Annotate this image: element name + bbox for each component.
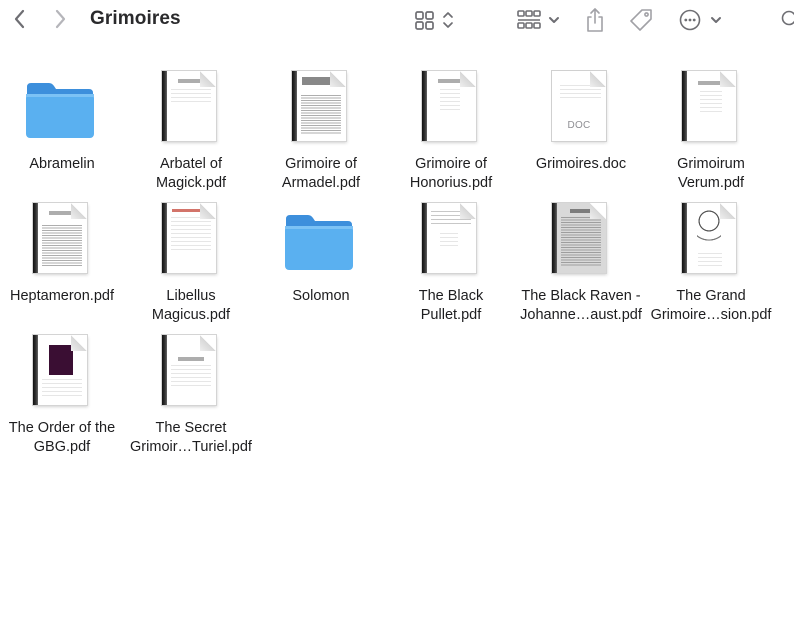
item-label: The Grand Grimoire…sion.pdf [650, 288, 772, 323]
file-item-order-gbg[interactable]: The Order of the GBG.pdf [0, 329, 127, 457]
pdf-thumbnail-icon [33, 335, 87, 405]
item-label: Solomon [292, 288, 350, 304]
file-item-black-pullet[interactable]: The Black Pullet.pdf [386, 197, 516, 325]
item-label: Heptameron.pdf [10, 288, 114, 304]
item-label: Grimoirum Verum.pdf [677, 156, 745, 191]
item-label: The Secret Grimoir…Turiel.pdf [130, 420, 252, 455]
pdf-thumbnail-icon [422, 71, 476, 141]
pdf-thumbnail-icon [552, 203, 606, 273]
item-label: The Black Raven - Johanne…aust.pdf [520, 288, 642, 323]
file-item-armadel[interactable]: Grimoire of Armadel.pdf [256, 65, 386, 193]
file-item-secret-grimoire[interactable]: The Secret Grimoir…Turiel.pdf [126, 329, 256, 457]
file-item-verum[interactable]: Grimoirum Verum.pdf [646, 65, 776, 193]
pdf-thumbnail-icon [162, 335, 216, 405]
pdf-thumbnail-icon [162, 71, 216, 141]
file-item-heptameron[interactable]: Heptameron.pdf [0, 197, 127, 306]
item-label: Libellus Magicus.pdf [151, 288, 231, 323]
file-grid: Abramelin Arbatel of Magick.pdf Grimoire… [0, 0, 794, 623]
pdf-thumbnail-icon [682, 203, 736, 273]
folder-icon [26, 83, 94, 138]
file-item-grand-grimoire[interactable]: The Grand Grimoire…sion.pdf [646, 197, 776, 325]
item-label: Grimoire of Honorius.pdf [409, 156, 493, 191]
pdf-thumbnail-icon [422, 203, 476, 273]
pdf-thumbnail-icon [33, 203, 87, 273]
folder-icon [285, 215, 353, 270]
pdf-thumbnail-icon [292, 71, 346, 141]
item-label: Grimoires.doc [535, 156, 627, 172]
file-item-arbatel[interactable]: Arbatel of Magick.pdf [126, 65, 256, 193]
file-item-black-raven[interactable]: The Black Raven - Johanne…aust.pdf [516, 197, 646, 325]
doc-file-icon: DOC [552, 71, 606, 141]
pdf-thumbnail-icon [162, 203, 216, 273]
doc-badge: DOC [567, 120, 591, 131]
item-label: Grimoire of Armadel.pdf [281, 156, 361, 191]
pdf-thumbnail-icon [682, 71, 736, 141]
item-label: The Order of the GBG.pdf [8, 420, 116, 455]
item-label: The Black Pullet.pdf [418, 288, 484, 323]
file-item-honorius[interactable]: Grimoire of Honorius.pdf [386, 65, 516, 193]
file-item-grimoires-doc[interactable]: DOC Grimoires.doc [516, 65, 646, 174]
folder-item-solomon[interactable]: Solomon [256, 197, 386, 306]
item-label: Arbatel of Magick.pdf [155, 156, 227, 191]
file-item-libellus[interactable]: Libellus Magicus.pdf [126, 197, 256, 325]
item-label: Abramelin [29, 156, 95, 172]
folder-item-abramelin[interactable]: Abramelin [0, 65, 127, 174]
